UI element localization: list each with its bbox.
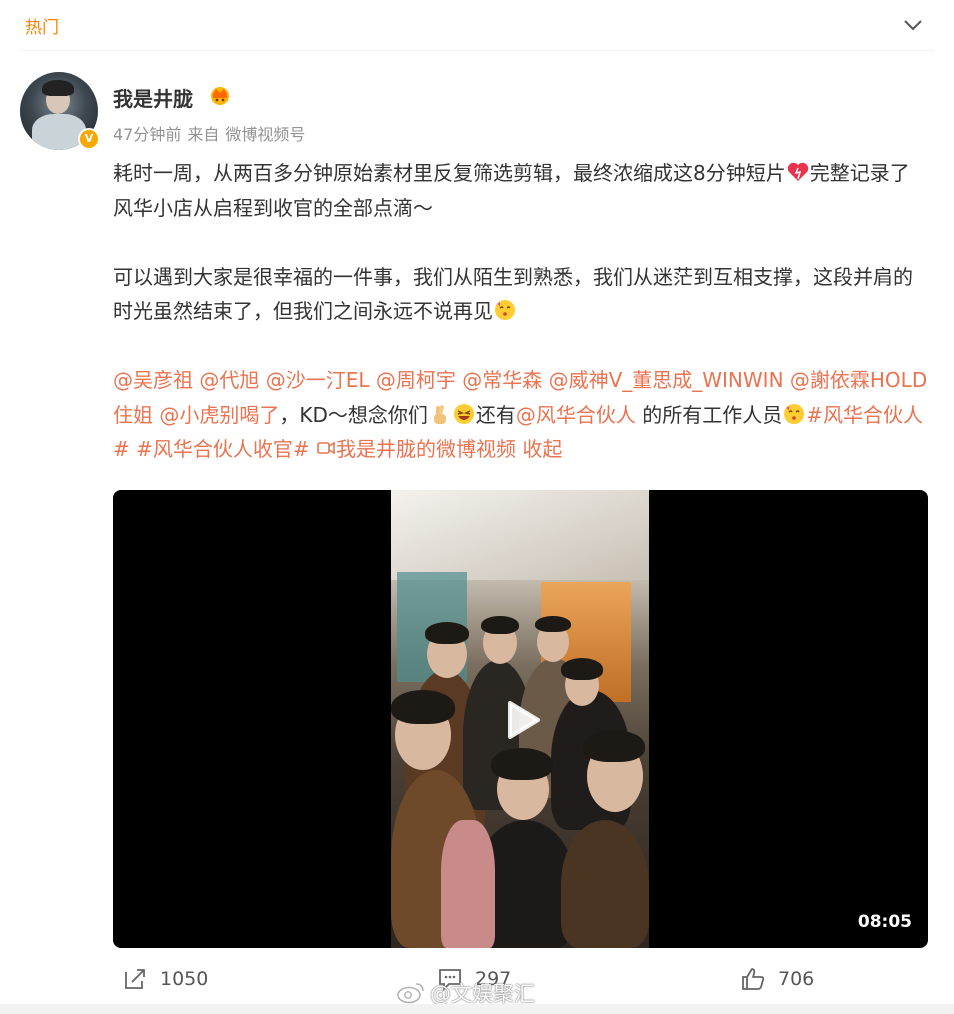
mention-xiaohu[interactable]: @小虎别喝了 [159,403,279,427]
heart-icon [786,160,810,184]
fingers-crossed-emoji-icon [428,402,452,426]
crown-icon [208,84,232,106]
divider [20,50,934,51]
collapse-link[interactable]: 收起 [522,437,562,461]
feed-header: 热门 [0,0,954,50]
mention-winwin[interactable]: @威神V_董思成_WINWIN [549,368,784,392]
bottom-divider [0,1004,954,1014]
video-duration: 08:05 [857,912,912,932]
video-link-text[interactable]: 我是井胧的微博视频 [336,437,516,461]
laughing-emoji-icon [452,402,476,426]
post-source[interactable]: 微博视频号 [225,125,305,144]
hot-tab-label[interactable]: 热门 [25,13,59,38]
repost-button[interactable]: 1050 [122,966,208,992]
mention-partner[interactable]: @风华合伙人 [516,403,636,427]
mention-changhuasen[interactable]: @常华森 [462,368,542,392]
source-prefix: 来自 [187,125,220,144]
hashtag-finale[interactable]: #风华合伙人收官# [136,437,310,461]
repost-icon [125,969,145,989]
kiss-emoji-icon [493,298,517,322]
username[interactable]: 我是井胧 [113,83,193,112]
video-link-icon [316,434,336,455]
mention-wuyanzu[interactable]: @吴彦祖 [113,368,193,392]
text-kd: ，KD～想念你们 [279,402,428,427]
mention-shayiting[interactable]: @沙一汀EL [266,368,370,392]
kiss-emoji-icon [782,402,806,426]
post-meta: 47分钟前 来自 微博视频号 [113,121,311,145]
video-source-link[interactable]: 我是井胧的微博视频 [316,437,516,461]
mention-zhoukeyu[interactable]: @周柯宇 [376,368,456,392]
post-time[interactable]: 47分钟前 [113,125,181,144]
play-icon[interactable] [496,695,546,745]
text-staff: 的所有工作人员 [635,402,783,427]
weibo-logo-icon [397,983,424,1004]
paragraph-2: 可以遇到大家是很幸福的一件事，我们从陌生到熟悉，我们从迷茫到互相支撑，这段并肩的… [113,260,928,329]
para1-text1: 耗时一周，从两百多分钟原始素材里反复筛选剪辑，最终浓缩成这8分钟短片 [113,161,786,185]
paragraph-1: 耗时一周，从两百多分钟原始素材里反复筛选剪辑，最终浓缩成这8分钟短片 完整记录了风… [113,156,928,225]
paragraph-3: @吴彦祖 @代旭 @沙一汀EL @周柯宇 @常华森 @威神V_董思成_WINWI… [113,363,928,467]
video-player[interactable]: 08:05 [113,490,928,948]
like-button[interactable]: 706 [740,966,814,992]
mention-daixu[interactable]: @代旭 [199,368,259,392]
like-count: 706 [778,968,815,990]
chevron-down-icon[interactable] [900,12,926,38]
text-also: 还有 [475,402,516,427]
like-icon [742,968,765,990]
verified-icon: V [78,128,100,150]
post-content: 耗时一周，从两百多分钟原始素材里反复筛选剪辑，最终浓缩成这8分钟短片 完整记录了风… [113,156,928,467]
repost-count: 1050 [160,968,209,990]
